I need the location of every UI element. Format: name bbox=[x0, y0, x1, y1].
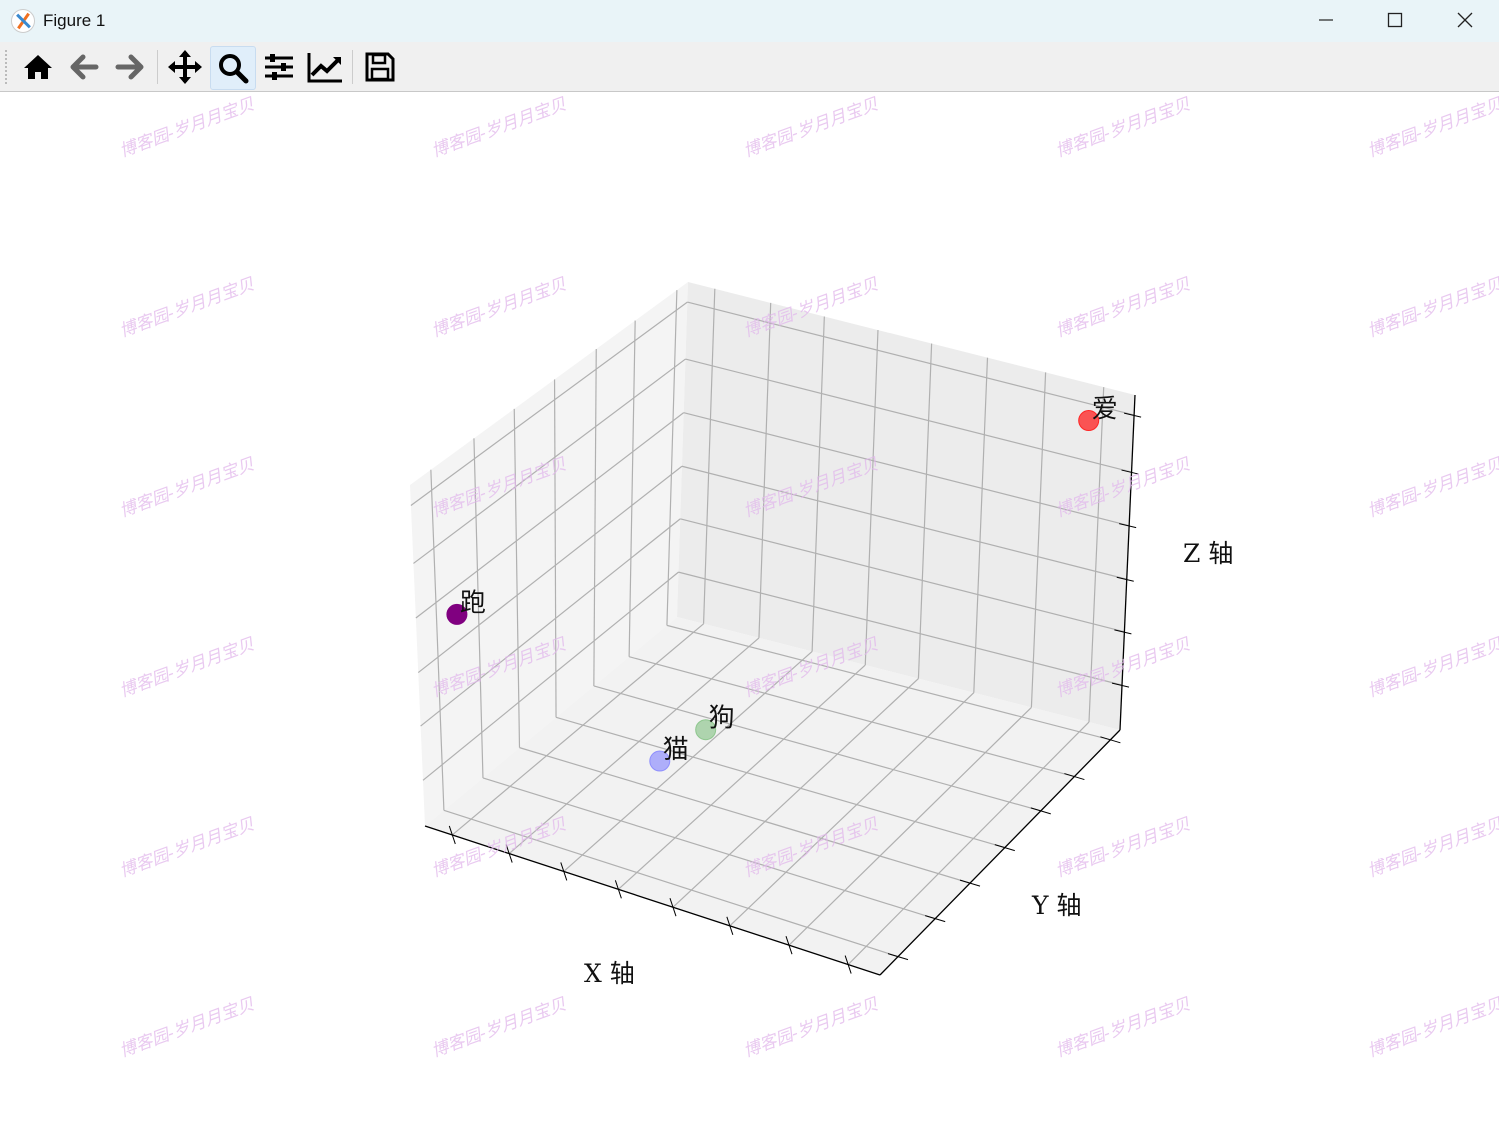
minimize-button[interactable] bbox=[1291, 0, 1361, 40]
minimize-icon bbox=[1319, 19, 1333, 21]
maximize-icon bbox=[1387, 12, 1403, 28]
forward-button[interactable] bbox=[108, 46, 152, 88]
watermark-text: 博客园-岁月月宝贝 bbox=[429, 994, 570, 1062]
back-button[interactable] bbox=[62, 46, 106, 88]
watermark-text: 博客园-岁月月宝贝 bbox=[1365, 814, 1499, 882]
home-button[interactable] bbox=[16, 46, 60, 88]
watermark-text: 博客园-岁月月宝贝 bbox=[429, 274, 570, 342]
watermark-text: 博客园-岁月月宝贝 bbox=[1053, 814, 1194, 882]
move-icon bbox=[168, 50, 202, 84]
watermark-text: 博客园-岁月月宝贝 bbox=[1365, 454, 1499, 522]
watermark-text: 博客园-岁月月宝贝 bbox=[1053, 274, 1194, 342]
watermark-text: 博客园-岁月月宝贝 bbox=[117, 94, 258, 162]
watermark-text: 博客园-岁月月宝贝 bbox=[1053, 94, 1194, 162]
window-title: Figure 1 bbox=[43, 11, 106, 30]
arrow-right-icon bbox=[115, 54, 144, 80]
y-axis-label: Y 轴 bbox=[1031, 891, 1081, 920]
pan-button[interactable] bbox=[163, 46, 207, 88]
title-bar: Figure 1 bbox=[0, 0, 1499, 42]
z-axis-label: Z 轴 bbox=[1183, 539, 1233, 568]
magnifier-icon bbox=[219, 54, 249, 84]
point-label: 狗 bbox=[709, 704, 735, 734]
watermark-text: 博客园-岁月月宝贝 bbox=[117, 994, 258, 1062]
watermark-text: 博客园-岁月月宝贝 bbox=[117, 634, 258, 702]
watermark-text: 博客园-岁月月宝贝 bbox=[741, 994, 882, 1062]
close-icon bbox=[1457, 12, 1473, 28]
watermark-text: 博客园-岁月月宝贝 bbox=[1365, 94, 1499, 162]
figure-canvas[interactable]: 跑猫狗爱 X 轴 Y 轴 Z 轴 博客园-岁月月宝贝 博客园-岁月月宝贝 博客园-岁… bbox=[0, 92, 1499, 1138]
navigation-toolbar bbox=[0, 42, 1499, 92]
customize-button[interactable] bbox=[303, 46, 347, 88]
watermark-text: 博客园-岁月月宝贝 bbox=[429, 94, 570, 162]
close-button[interactable] bbox=[1430, 0, 1499, 40]
arrow-left-icon bbox=[70, 54, 99, 80]
point-label: 猫 bbox=[663, 735, 689, 765]
watermark-text: 博客园-岁月月宝贝 bbox=[1053, 994, 1194, 1062]
toolbar-separator bbox=[157, 50, 158, 84]
point-label: 跑 bbox=[460, 588, 486, 618]
watermark-text: 博客园-岁月月宝贝 bbox=[117, 274, 258, 342]
point-label: 爱 bbox=[1092, 395, 1118, 425]
floppy-disk-icon bbox=[365, 52, 395, 82]
matplotlib-logo-icon bbox=[11, 9, 35, 33]
watermark-text: 博客园-岁月月宝贝 bbox=[1365, 994, 1499, 1062]
toolbar-grip[interactable] bbox=[5, 50, 9, 84]
watermark-text: 博客园-岁月月宝贝 bbox=[117, 454, 258, 522]
watermark-text: 博客园-岁月月宝贝 bbox=[1365, 634, 1499, 702]
zoom-button[interactable] bbox=[210, 46, 256, 90]
x-axis-label: X 轴 bbox=[584, 959, 635, 988]
maximize-button[interactable] bbox=[1360, 0, 1430, 40]
watermark-text: 博客园-岁月月宝贝 bbox=[117, 814, 258, 882]
home-icon bbox=[24, 55, 52, 79]
watermark-text: 博客园-岁月月宝贝 bbox=[741, 94, 882, 162]
subplots-button[interactable] bbox=[257, 46, 301, 88]
watermark-text: 博客园-岁月月宝贝 bbox=[1365, 274, 1499, 342]
sliders-icon bbox=[265, 54, 293, 80]
save-button[interactable] bbox=[358, 46, 402, 88]
toolbar-separator bbox=[352, 50, 353, 84]
line-chart-icon bbox=[307, 53, 342, 83]
